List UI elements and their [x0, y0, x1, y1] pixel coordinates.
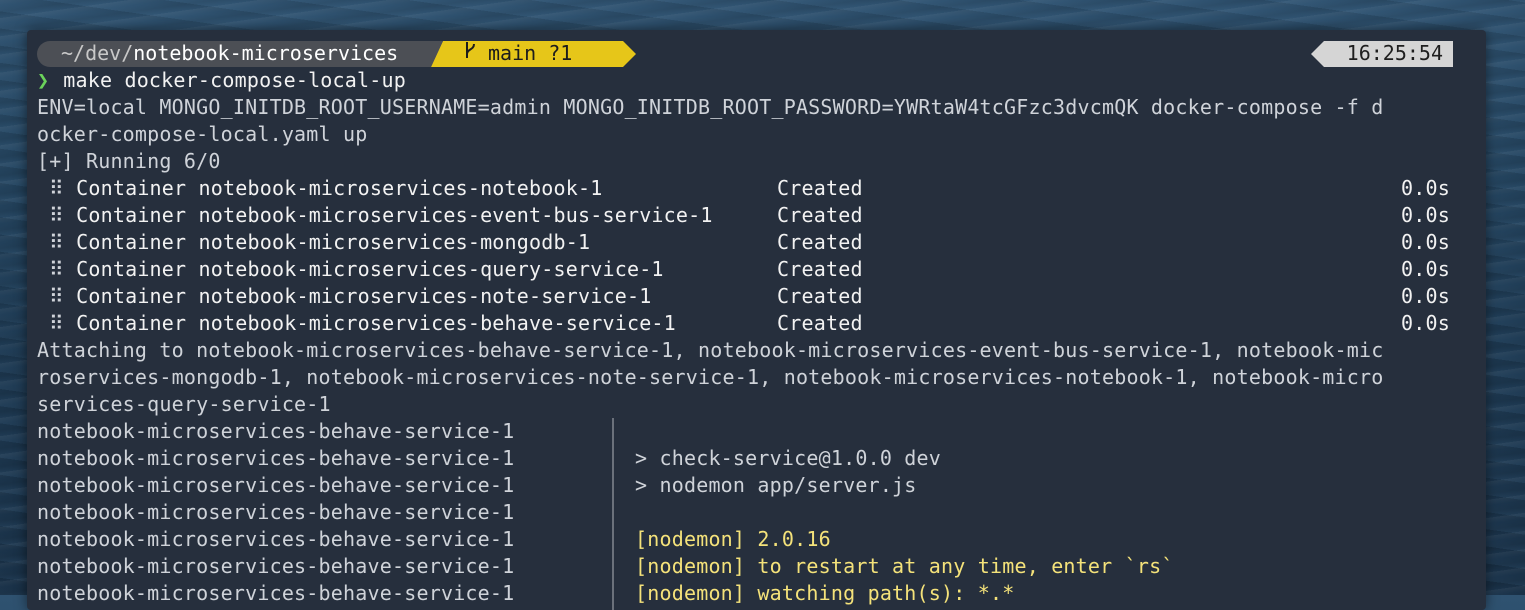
- log-message: > nodemon app/server.js: [635, 473, 917, 497]
- attach-line-1: Attaching to notebook-microservices-beha…: [37, 338, 1384, 362]
- git-branch-icon: [464, 40, 478, 67]
- log-message: [nodemon] watching path(s): *.*: [635, 581, 1015, 605]
- container-name: Container notebook-microservices-query-s…: [76, 257, 664, 281]
- prompt-path: ~/dev/notebook-microservices: [61, 40, 398, 67]
- log-source: notebook-microservices-behave-service-1: [37, 554, 515, 578]
- container-time: 0.0s: [1401, 230, 1450, 254]
- spinner-icon: ⠿: [49, 257, 64, 281]
- attach-line-3: services-query-service-1: [37, 392, 331, 416]
- env-line-2: ocker-compose-local.yaml up: [37, 122, 368, 146]
- log-source: notebook-microservices-behave-service-1: [37, 419, 515, 443]
- prompt-branch: main ?1: [488, 41, 573, 65]
- log-message: > check-service@1.0.0 dev: [635, 446, 942, 470]
- container-time: 0.0s: [1401, 257, 1450, 281]
- spinner-icon: ⠿: [49, 311, 64, 335]
- log-source: notebook-microservices-behave-service-1: [37, 446, 515, 470]
- prompt-arrow-icon: ❯: [37, 68, 50, 92]
- container-row: ⠿ Container notebook-microservices-noteb…: [49, 175, 602, 202]
- log-source: notebook-microservices-behave-service-1: [37, 500, 515, 524]
- container-row: ⠿ Container notebook-microservices-event…: [49, 202, 713, 229]
- container-status: Created: [777, 311, 863, 335]
- running-status: [+] Running 6/0: [37, 149, 221, 173]
- attach-line-2: roservices-mongodb-1, notebook-microserv…: [37, 365, 1384, 389]
- command-line: ❯ make docker-compose-local-up: [37, 67, 406, 94]
- command-text: make docker-compose-local-up: [63, 68, 406, 92]
- container-name: Container notebook-microservices-behave-…: [76, 311, 676, 335]
- container-name: Container notebook-microservices-event-b…: [76, 203, 713, 227]
- prompt-path-prefix: ~/dev/: [61, 41, 134, 65]
- container-row: ⠿ Container notebook-microservices-query…: [49, 256, 664, 283]
- log-separator: [612, 418, 614, 610]
- container-status: Created: [777, 176, 863, 200]
- container-row: ⠿ Container notebook-microservices-mongo…: [49, 229, 590, 256]
- container-time: 0.0s: [1401, 311, 1450, 335]
- spinner-icon: ⠿: [49, 230, 64, 254]
- container-name: Container notebook-microservices-noteboo…: [76, 176, 603, 200]
- terminal-window[interactable]: ~/dev/notebook-microservices main ?1 16:…: [27, 30, 1486, 610]
- log-message: [nodemon] to restart at any time, enter …: [635, 554, 1174, 578]
- container-name: Container notebook-microservices-mongodb…: [76, 230, 591, 254]
- env-line-1: ENV=local MONGO_INITDB_ROOT_USERNAME=adm…: [37, 95, 1384, 119]
- container-status: Created: [777, 230, 863, 254]
- container-name: Container notebook-microservices-note-se…: [76, 284, 652, 308]
- log-message: [nodemon] 2.0.16: [635, 527, 831, 551]
- container-row: ⠿ Container notebook-microservices-note-…: [49, 283, 651, 310]
- container-row: ⠿ Container notebook-microservices-behav…: [49, 310, 676, 337]
- log-source: notebook-microservices-behave-service-1: [37, 473, 515, 497]
- container-status: Created: [777, 257, 863, 281]
- container-status: Created: [777, 284, 863, 308]
- spinner-icon: ⠿: [49, 284, 64, 308]
- container-time: 0.0s: [1401, 176, 1450, 200]
- prompt-time: 16:25:54: [1346, 41, 1443, 65]
- prompt-git-info: main ?1: [464, 40, 572, 67]
- prompt-path-dir: notebook-microservices: [133, 41, 399, 65]
- container-time: 0.0s: [1401, 203, 1450, 227]
- spinner-icon: ⠿: [49, 203, 64, 227]
- log-source: notebook-microservices-behave-service-1: [37, 527, 515, 551]
- container-time: 0.0s: [1401, 284, 1450, 308]
- log-source: notebook-microservices-behave-service-1: [37, 581, 515, 605]
- spinner-icon: ⠿: [49, 176, 64, 200]
- container-status: Created: [777, 203, 863, 227]
